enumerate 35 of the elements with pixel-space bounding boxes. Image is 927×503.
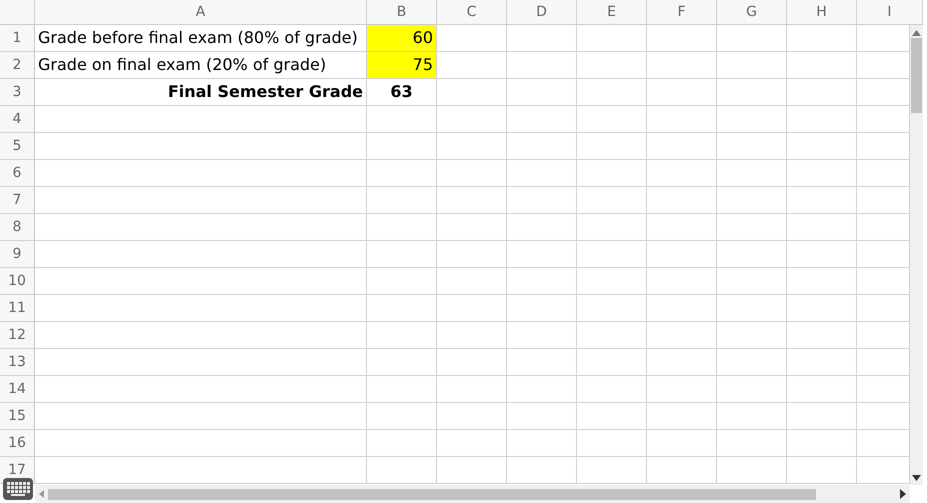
column-header[interactable]: F	[647, 0, 717, 24]
scroll-right-icon[interactable]	[900, 489, 906, 500]
row-header[interactable]: 9	[0, 240, 35, 267]
row-header[interactable]: 15	[0, 402, 35, 429]
row-header[interactable]: 14	[0, 376, 35, 402]
row-header[interactable]: 3	[0, 78, 35, 105]
scrollbar-thumb[interactable]	[48, 488, 816, 500]
row-header[interactable]: 6	[0, 160, 35, 186]
column-header[interactable]: D	[507, 0, 577, 24]
row-header[interactable]: 2	[0, 52, 35, 78]
row-header[interactable]: 7	[0, 186, 35, 213]
column-header[interactable]: G	[717, 0, 787, 24]
column-header[interactable]: A	[35, 0, 367, 24]
column-header[interactable]: C	[437, 0, 507, 24]
column-header[interactable]: B	[367, 0, 437, 24]
horizontal-scrollbar[interactable]	[35, 485, 910, 503]
row-header[interactable]: 5	[0, 132, 35, 159]
row-header[interactable]: 12	[0, 322, 35, 348]
row-header[interactable]: 4	[0, 106, 35, 132]
keyboard-icon[interactable]	[3, 478, 33, 500]
scroll-left-icon[interactable]	[39, 490, 44, 498]
scrollbar-thumb[interactable]	[911, 38, 922, 113]
table-cell: 75	[367, 52, 437, 78]
row-header[interactable]: 8	[0, 214, 35, 240]
vertical-scrollbar[interactable]	[910, 24, 923, 486]
column-header[interactable]: H	[787, 0, 857, 24]
row-header[interactable]: 13	[0, 348, 35, 375]
scroll-down-icon[interactable]	[912, 475, 921, 482]
row-header[interactable]: 11	[0, 294, 35, 321]
row-header[interactable]: 1	[0, 24, 35, 51]
row-header[interactable]: 16	[0, 430, 35, 456]
column-header[interactable]: I	[857, 0, 923, 24]
column-header[interactable]: E	[577, 0, 647, 24]
row-header[interactable]: 10	[0, 268, 35, 294]
table-cell: 60	[367, 24, 437, 51]
